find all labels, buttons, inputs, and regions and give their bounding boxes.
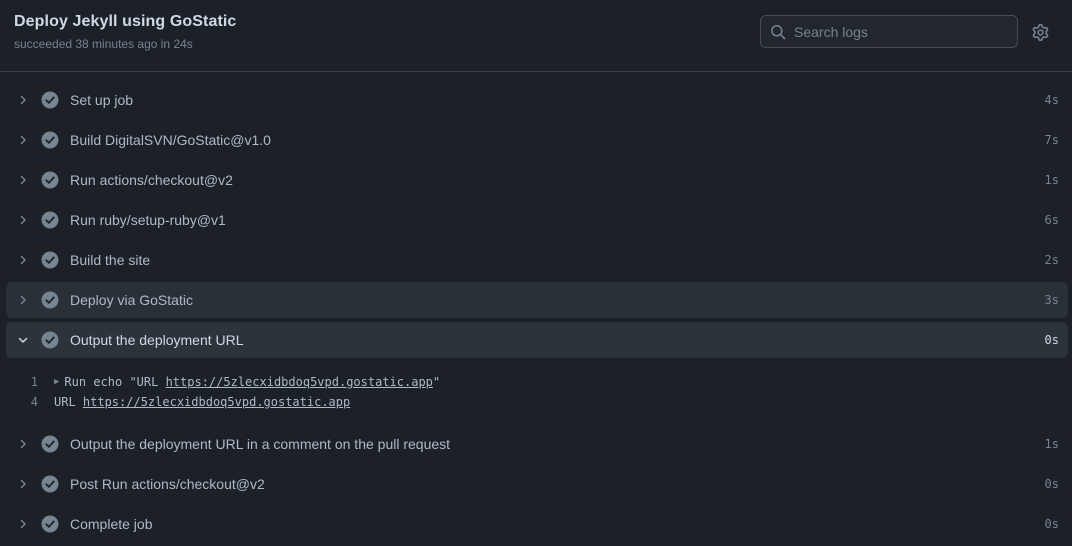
step-name: Build the site bbox=[70, 252, 151, 268]
check-circle-icon bbox=[41, 435, 59, 453]
log-link[interactable]: https://5zlecxidbdoq5vpd.gostatic.app bbox=[83, 395, 350, 409]
step-name: Deploy via GoStatic bbox=[70, 292, 193, 308]
step-name: Build DigitalSVN/GoStatic@v1.0 bbox=[70, 132, 271, 148]
step-duration: 1s bbox=[1044, 437, 1059, 451]
log-line: 4 URL https://5zlecxidbdoq5vpd.gostatic.… bbox=[6, 392, 1068, 412]
step-row[interactable]: Output the deployment URL in a comment o… bbox=[6, 426, 1068, 462]
step-row[interactable]: Set up job 4s bbox=[6, 82, 1068, 118]
step-name: Post Run actions/checkout@v2 bbox=[70, 476, 265, 492]
chevron-right-icon bbox=[15, 436, 31, 452]
steps-list: Set up job 4s Build DigitalSVN/GoStatic@v1… bbox=[0, 72, 1072, 542]
chevron-right-icon bbox=[15, 92, 31, 108]
log-link[interactable]: https://5zlecxidbdoq5vpd.gostatic.app bbox=[166, 375, 433, 389]
job-title: Deploy Jekyll using GoStatic bbox=[14, 13, 237, 30]
chevron-right-icon bbox=[15, 476, 31, 492]
step-duration: 3s bbox=[1044, 293, 1059, 307]
step-row[interactable]: Deploy via GoStatic 3s bbox=[6, 282, 1068, 318]
job-header: Deploy Jekyll using GoStatic succeeded 3… bbox=[0, 0, 1072, 72]
step-duration: 1s bbox=[1044, 173, 1059, 187]
step-duration: 4s bbox=[1044, 93, 1059, 107]
check-circle-icon bbox=[41, 331, 59, 349]
step-duration: 0s bbox=[1044, 333, 1059, 347]
step-name: Set up job bbox=[70, 92, 134, 108]
step-duration: 0s bbox=[1044, 517, 1059, 531]
log-line: 1 ▶ Run echo "URL https://5zlecxidbdoq5v… bbox=[6, 372, 1068, 392]
step-row[interactable]: Run actions/checkout@v2 1s bbox=[6, 162, 1068, 198]
step-row[interactable]: Complete job 0s bbox=[6, 506, 1068, 542]
log-line-number: 1 bbox=[30, 375, 38, 389]
search-box[interactable] bbox=[760, 15, 1018, 48]
step-name: Complete job bbox=[70, 516, 153, 532]
step-row[interactable]: Run ruby/setup-ruby@v1 6s bbox=[6, 202, 1068, 238]
log-text: URL bbox=[54, 395, 83, 409]
chevron-right-icon bbox=[15, 252, 31, 268]
check-circle-icon bbox=[41, 131, 59, 149]
search-icon bbox=[770, 24, 786, 40]
check-circle-icon bbox=[41, 475, 59, 493]
chevron-right-icon bbox=[15, 172, 31, 188]
check-circle-icon bbox=[41, 515, 59, 533]
chevron-right-icon bbox=[15, 516, 31, 532]
log-text-suffix: " bbox=[432, 375, 441, 389]
step-log: 1 ▶ Run echo "URL https://5zlecxidbdoq5v… bbox=[6, 362, 1068, 422]
search-logs-input[interactable] bbox=[794, 23, 1017, 40]
check-circle-icon bbox=[41, 91, 59, 109]
step-duration: 7s bbox=[1044, 133, 1059, 147]
step-duration: 2s bbox=[1044, 253, 1059, 267]
expand-triangle-icon[interactable]: ▶ bbox=[54, 377, 59, 387]
chevron-right-icon bbox=[15, 292, 31, 308]
step-name: Output the deployment URL bbox=[70, 332, 244, 348]
check-circle-icon bbox=[41, 171, 59, 189]
job-status-subtitle: succeeded 38 minutes ago in 24s bbox=[14, 37, 193, 51]
gear-icon[interactable] bbox=[1032, 24, 1049, 41]
check-circle-icon bbox=[41, 291, 59, 309]
chevron-right-icon bbox=[15, 212, 31, 228]
step-duration: 6s bbox=[1044, 213, 1059, 227]
step-name: Run actions/checkout@v2 bbox=[70, 172, 233, 188]
log-line-number: 4 bbox=[30, 395, 38, 409]
step-duration: 0s bbox=[1044, 477, 1059, 491]
step-name: Run ruby/setup-ruby@v1 bbox=[70, 212, 226, 228]
step-row[interactable]: Build DigitalSVN/GoStatic@v1.0 7s bbox=[6, 122, 1068, 158]
chevron-down-icon bbox=[15, 332, 31, 348]
step-row[interactable]: Build the site 2s bbox=[6, 242, 1068, 278]
chevron-right-icon bbox=[15, 132, 31, 148]
step-row-expanded[interactable]: Output the deployment URL 0s bbox=[6, 322, 1068, 358]
step-row[interactable]: Post Run actions/checkout@v2 0s bbox=[6, 466, 1068, 502]
log-text: Run echo "URL bbox=[64, 375, 166, 389]
check-circle-icon bbox=[41, 251, 59, 269]
check-circle-icon bbox=[41, 211, 59, 229]
step-name: Output the deployment URL in a comment o… bbox=[70, 436, 451, 452]
